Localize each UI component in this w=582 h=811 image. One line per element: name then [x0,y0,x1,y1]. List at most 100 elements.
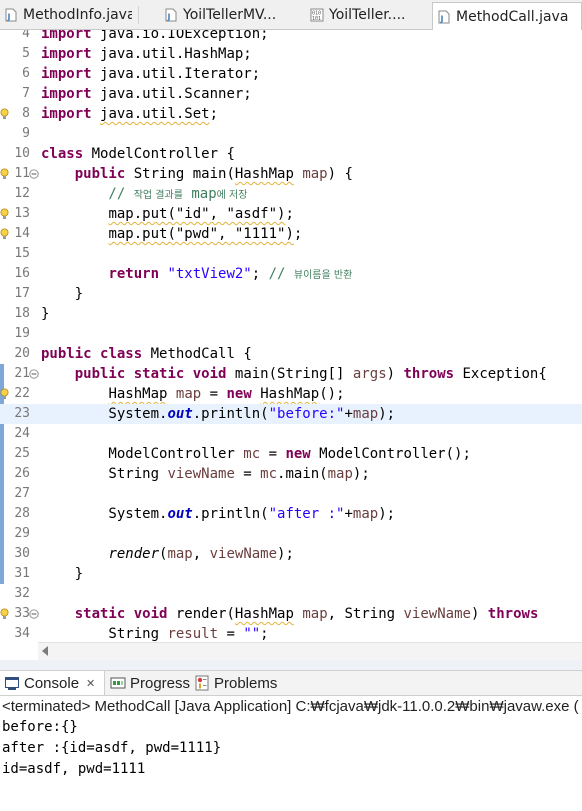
code-line[interactable]: 9 [0,124,582,144]
code-line[interactable]: 27 [0,484,582,504]
console-output[interactable]: before:{} after :{id=asdf, pwd=1111} id=… [0,717,582,811]
code-text: public String main(HashMap map) { [41,164,353,184]
editor-tab-label: YoilTeller.... [329,7,406,23]
code-line[interactable]: 28 System.out.println("after :"+map); [0,504,582,524]
code-text: HashMap map = new HashMap(); [41,384,345,404]
warning-lightbulb-icon[interactable] [0,168,9,180]
code-line[interactable]: 18} [0,304,582,324]
close-icon[interactable]: ✕ [86,677,95,690]
code-line[interactable]: 4 import java.io.IOException; [0,30,582,44]
fold-collapse-icon[interactable] [29,609,39,619]
code-token: main(String[] [226,366,353,382]
code-token: java.util.Iterator; [91,66,261,82]
code-token: String [41,466,168,482]
warning-lightbulb-icon[interactable] [0,108,9,120]
view-tab-bar: Console ✕ Progress Problems [0,670,582,696]
editor-tab-yoilteller[interactable]: 010 101 YoilTeller.... [306,3,432,27]
code-line[interactable]: 26 String viewName = mc.main(map); [0,464,582,484]
code-text: class ModelController { [41,144,235,164]
code-line[interactable]: 7 import java.util.Scanner; [0,84,582,104]
code-token: = [234,466,261,482]
code-line[interactable]: 22 HashMap map = new HashMap(); [0,384,582,404]
tab-problems[interactable]: Problems [190,671,286,695]
code-token: Exception{ [454,366,547,382]
tab-progress[interactable]: Progress [106,671,190,695]
fold-collapse-icon[interactable] [29,369,39,379]
line-number: 32 [14,586,30,601]
code-token: import [41,30,92,42]
code-text: map.put("pwd", "1111"); [41,224,302,244]
java-file-icon: J [438,10,450,23]
code-line[interactable]: 21 public static void main(String[] args… [0,364,582,384]
code-text: import java.util.Set; [41,104,218,124]
code-text: System.out.println("after :"+map); [41,504,395,524]
code-line[interactable]: 10 class ModelController { [0,144,582,164]
code-line[interactable]: 32 [0,584,582,604]
line-number: 9 [22,126,30,141]
line-number: 23 [14,406,30,421]
line-number: 26 [14,466,30,481]
code-token: MethodCall { [142,346,252,362]
scroll-left-arrow-icon[interactable] [42,646,48,656]
code-editor[interactable]: 4 import java.io.IOException; 5 import java… [0,30,582,642]
code-line[interactable]: 23 System.out.println("before:"+map); [0,404,582,424]
code-line[interactable]: 20 public class MethodCall { [0,344,582,364]
code-line[interactable]: 11 public String main(HashMap map) { [0,164,582,184]
code-line[interactable]: 8 import java.util.Set; [0,104,582,124]
code-text: return "txtView2"; // 뷰이름을 반환 [41,264,352,286]
code-line[interactable]: 19 [0,324,582,344]
code-line[interactable]: 34 String result = ""; [0,624,582,642]
code-line[interactable]: 30 render(map, viewName); [0,544,582,564]
code-token: ); [352,466,370,482]
line-number: 17 [14,286,30,301]
code-token: } [41,286,84,302]
code-line[interactable]: 5 import java.util.HashMap; [0,44,582,64]
line-number: 24 [14,426,30,441]
code-token: + [344,406,353,422]
code-token: render( [167,606,235,622]
code-token: , [192,546,210,562]
code-line[interactable]: 13 map.put("id", "asdf"); [0,204,582,224]
fold-collapse-icon[interactable] [29,169,39,179]
code-token: String main( [125,166,235,182]
warning-lightbulb-icon[interactable] [0,388,9,400]
code-line[interactable]: 15 [0,244,582,264]
editor-tab-methodcall[interactable]: J MethodCall.java [432,2,582,30]
code-line[interactable]: 17 } [0,284,582,304]
warning-lightbulb-icon[interactable] [0,608,9,620]
code-token: out [167,506,193,522]
code-token: ); [277,546,294,562]
code-line[interactable]: 25 ModelController mc = new ModelControl… [0,444,582,464]
tab-console[interactable]: Console ✕ [0,671,105,695]
code-line[interactable]: 33 static void render(HashMap map, Strin… [0,604,582,624]
warning-lightbulb-icon[interactable] [0,208,9,220]
horizontal-scrollbar[interactable] [38,642,582,660]
code-text: import java.util.HashMap; [41,44,252,64]
code-token: "after :" [268,506,345,522]
line-number: 19 [14,326,30,341]
code-token: viewName [209,546,278,562]
editor-tab-yoiltellermv[interactable]: J YoilTellerMV... [160,3,306,27]
code-text: public class MethodCall { [41,344,252,364]
code-token: (); [319,386,345,402]
code-line[interactable]: 12 // 작업 결과를 map에 저장 [0,184,582,204]
code-token: java.io.IOException; [91,30,269,42]
code-token: result [167,626,219,642]
code-line[interactable]: 14 map.put("pwd", "1111"); [0,224,582,244]
code-line[interactable]: 29 [0,524,582,544]
code-text: public static void main(String[] args) t… [41,364,547,384]
warning-lightbulb-icon[interactable] [0,228,9,240]
code-token: new [226,386,252,402]
code-line[interactable]: 24 [0,424,582,444]
code-line[interactable]: 6 import java.util.Iterator; [0,64,582,84]
code-line[interactable]: 16 return "txtView2"; // 뷰이름을 반환 [0,264,582,284]
code-text: String viewName = mc.main(map); [41,464,370,484]
code-token: throws [487,606,539,622]
code-line[interactable]: 31 } [0,564,582,584]
editor-tab-methodinfo[interactable]: J MethodInfo.java [0,3,132,27]
